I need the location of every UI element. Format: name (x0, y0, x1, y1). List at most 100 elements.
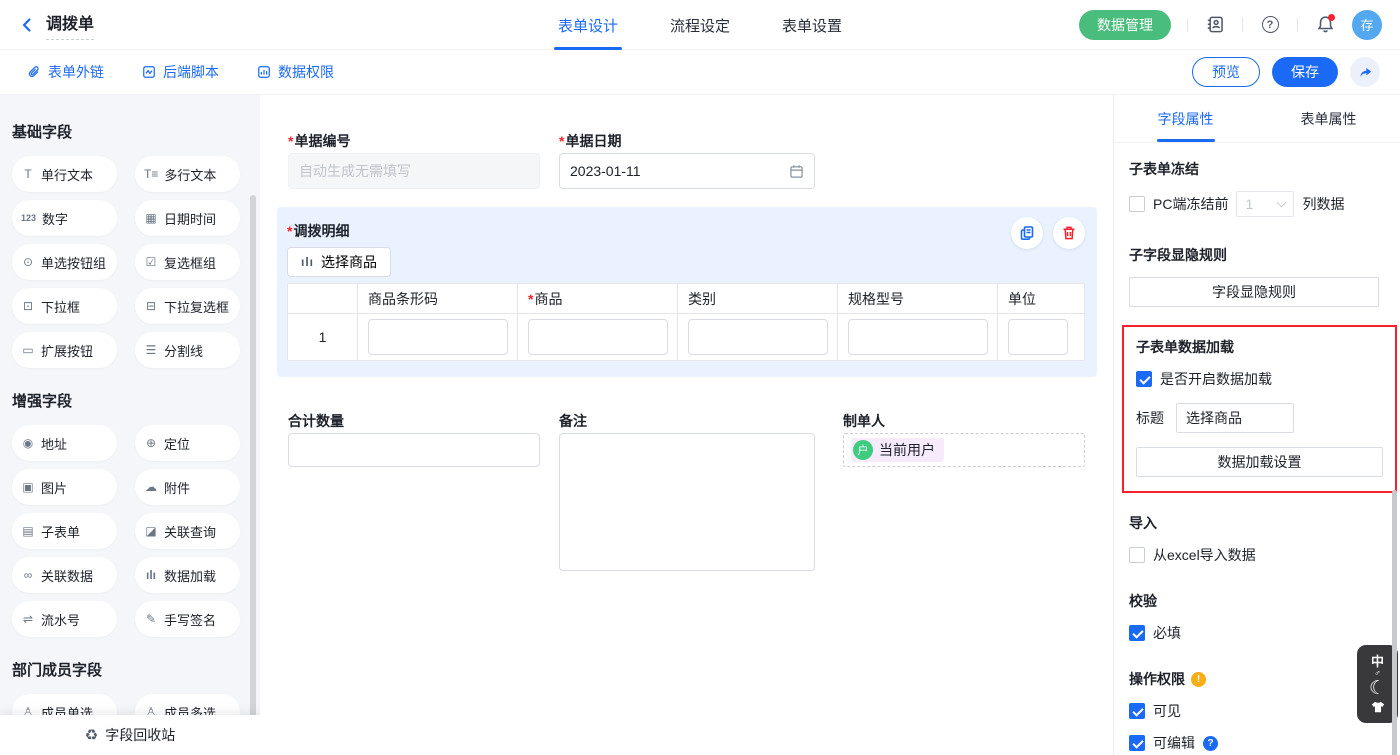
subform-table-header: 商品条形码 *商品 类别 规格型号 单位 (288, 284, 1084, 314)
save-button[interactable]: 保存 (1272, 57, 1338, 87)
share-button[interactable] (1350, 57, 1380, 87)
field-recycle-bin[interactable]: ♻ 字段回收站 (0, 715, 260, 755)
doc-date-input[interactable]: 2023-01-11 (559, 153, 815, 189)
col-header-spec: 规格型号 (838, 284, 998, 313)
enable-data-load-checkbox[interactable] (1136, 371, 1152, 387)
field-item-subform[interactable]: ▤子表单 (12, 513, 117, 549)
bar-chart-icon: ılı (301, 255, 314, 269)
visible-checkbox[interactable] (1129, 703, 1145, 719)
field-item-signature[interactable]: ✎手写签名 (135, 601, 240, 637)
field-item-linked-query[interactable]: ◪关联查询 (135, 513, 240, 549)
editable-checkbox[interactable] (1129, 735, 1145, 751)
col-header-unit: 单位 (998, 284, 1085, 313)
calendar-icon (789, 164, 804, 179)
tab-form-settings[interactable]: 表单设置 (782, 0, 842, 50)
panel-scrollbar[interactable] (1392, 490, 1397, 755)
category-input[interactable] (688, 319, 828, 355)
field-item-address[interactable]: ◉地址 (12, 425, 117, 461)
multi-dropdown-icon: ⊟ (144, 299, 158, 313)
tab-process-setting[interactable]: 流程设定 (670, 0, 730, 50)
field-visibility-rules-button[interactable]: 字段显隐规则 (1129, 277, 1379, 307)
form-toolbar: 表单外链 后端脚本 数据权限 预览 保存 (0, 50, 1400, 95)
recycle-icon: ♻ (85, 726, 98, 744)
field-item-radio-group[interactable]: ⊙单选按钮组 (12, 244, 117, 280)
copy-subform-button[interactable] (1011, 217, 1043, 249)
doc-no-input[interactable] (288, 153, 540, 189)
row-number-cell: 1 (288, 314, 358, 360)
preview-button[interactable]: 预览 (1192, 57, 1260, 87)
form-external-link-button[interactable]: 表单外链 (27, 62, 104, 82)
total-qty-input[interactable] (288, 433, 540, 467)
contacts-book-icon[interactable] (1204, 14, 1226, 36)
warning-icon: ! (1191, 672, 1206, 687)
data-manage-button[interactable]: 数据管理 (1079, 10, 1171, 40)
col-header-category: 类别 (678, 284, 838, 313)
tab-form-design[interactable]: 表单设计 (558, 0, 618, 50)
language-icon[interactable]: 中 (1371, 655, 1384, 668)
field-item-serial-number[interactable]: ⇌流水号 (12, 601, 117, 637)
field-item-image[interactable]: ▣图片 (12, 469, 117, 505)
gender-icon[interactable]: ♂ (1374, 669, 1381, 678)
backend-script-button[interactable]: 后端脚本 (142, 62, 219, 82)
tab-form-properties[interactable]: 表单属性 (1257, 95, 1400, 142)
field-item-dropdown[interactable]: ⊡下拉框 (12, 288, 117, 324)
section-title-basic-fields: 基础字段 (12, 121, 246, 142)
moon-icon[interactable]: ☾ (1369, 679, 1386, 699)
avatar[interactable]: 存 (1352, 10, 1382, 40)
col-header-goods: *商品 (518, 284, 678, 313)
field-item-extend-button[interactable]: ▭扩展按钮 (12, 332, 117, 368)
spec-input[interactable] (848, 319, 988, 355)
delete-subform-button[interactable] (1053, 217, 1085, 249)
subform-table: 商品条形码 *商品 类别 规格型号 单位 1 (287, 283, 1085, 361)
divider-icon: ☰ (144, 343, 158, 357)
goods-input[interactable] (528, 319, 668, 355)
field-item-multi-line-text[interactable]: T≡多行文本 (135, 156, 240, 192)
subform-icon: ▤ (21, 524, 35, 538)
pen-icon: ✎ (144, 612, 158, 626)
data-load-title-input[interactable] (1176, 403, 1294, 433)
doc-date-label: *单据日期 (559, 131, 621, 151)
field-library-sidebar: 基础字段 T单行文本 T≡多行文本 123数字 ▦日期时间 ⊙单选按钮组 ☑复选… (0, 95, 260, 755)
barcode-input[interactable] (368, 319, 508, 355)
field-item-multi-dropdown[interactable]: ⊟下拉复选框 (135, 288, 240, 324)
field-item-single-line-text[interactable]: T单行文本 (12, 156, 117, 192)
data-permission-button[interactable]: 数据权限 (257, 62, 334, 82)
divider (1242, 18, 1243, 32)
sidebar-scrollbar[interactable] (250, 195, 256, 755)
tab-field-properties[interactable]: 字段属性 (1114, 95, 1257, 142)
help-icon[interactable]: ? (1259, 14, 1281, 36)
page-title[interactable]: 调拨单 (46, 10, 94, 40)
notification-dot (1328, 14, 1335, 21)
subform-transfer-detail[interactable]: *调拨明细 ılı 选择商品 商品条形码 *商品 类别 (277, 207, 1097, 377)
creator-label: 制单人 (843, 411, 885, 431)
image-icon: ▣ (21, 480, 35, 494)
user-avatar-icon: 户 (853, 440, 873, 460)
field-item-divider-line[interactable]: ☰分割线 (135, 332, 240, 368)
field-item-checkbox-group[interactable]: ☑复选框组 (135, 244, 240, 280)
subform-freeze-title: 子表单冻结 (1129, 159, 1385, 179)
back-icon[interactable] (18, 16, 36, 34)
notification-bell-icon[interactable] (1314, 14, 1336, 36)
freeze-count-select[interactable]: 1 (1236, 191, 1294, 217)
panel-tabs: 字段属性 表单属性 (1114, 95, 1400, 143)
creator-field[interactable]: 户 当前用户 (843, 433, 1085, 467)
data-load-settings-button[interactable]: 数据加载设置 (1136, 447, 1383, 477)
unit-input[interactable] (1008, 319, 1068, 355)
button-icon: ▭ (21, 343, 35, 357)
bar-chart-icon: ılı (144, 568, 158, 582)
field-item-number[interactable]: 123数字 (12, 200, 117, 236)
field-item-data-load[interactable]: ılı数据加载 (135, 557, 240, 593)
field-item-geolocation[interactable]: ⊕定位 (135, 425, 240, 461)
required-checkbox[interactable] (1129, 625, 1145, 641)
remark-textarea[interactable] (559, 433, 815, 571)
field-item-attachment[interactable]: ☁附件 (135, 469, 240, 505)
freeze-checkbox[interactable] (1129, 196, 1145, 212)
field-item-linked-data[interactable]: ∞关联数据 (12, 557, 117, 593)
excel-import-checkbox[interactable] (1129, 547, 1145, 563)
help-circle-icon[interactable]: ? (1203, 736, 1218, 751)
select-goods-button[interactable]: ılı 选择商品 (287, 247, 391, 277)
highlight-red-box: 子表单数据加载 是否开启数据加载 标题 数据加载设置 (1122, 325, 1397, 493)
field-item-datetime[interactable]: ▦日期时间 (135, 200, 240, 236)
shirt-icon[interactable] (1370, 700, 1386, 714)
total-qty-label: 合计数量 (288, 411, 344, 431)
